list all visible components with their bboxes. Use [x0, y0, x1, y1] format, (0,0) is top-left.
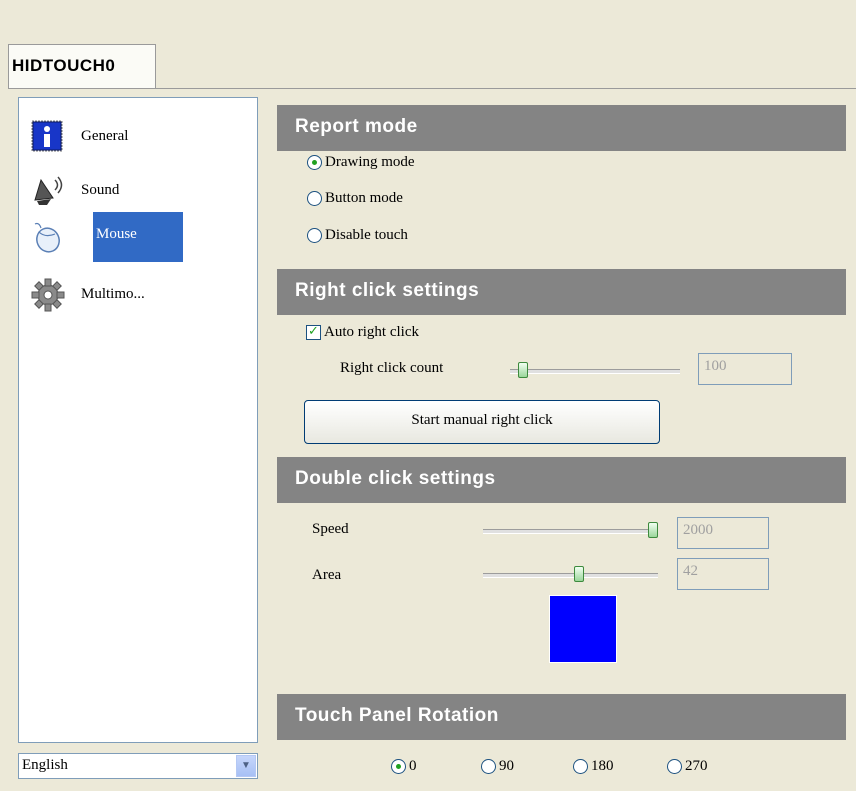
radio-label: Button mode	[325, 190, 403, 207]
radio-circle[interactable]	[667, 759, 682, 775]
radio-label: Disable touch	[325, 227, 408, 244]
radio-rotation-90[interactable]: 90	[481, 758, 514, 780]
radio-label: 180	[591, 758, 614, 775]
speed-label: Speed	[312, 521, 349, 537]
language-select[interactable]: English ▼	[18, 753, 258, 779]
right-click-header: Right click settings	[277, 269, 846, 315]
checkbox-label: Auto right click	[324, 324, 419, 341]
radio-circle[interactable]	[307, 228, 322, 244]
area-field[interactable]: 42	[677, 558, 769, 590]
area-slider[interactable]	[483, 573, 658, 578]
speed-thumb[interactable]	[648, 522, 658, 538]
right-click-count-slider[interactable]	[510, 369, 680, 374]
auto-right-click-checkbox[interactable]: ✓ Auto right click	[306, 324, 419, 346]
tab-frame-divider	[8, 88, 856, 89]
radio-disable-touch[interactable]: Disable touch	[307, 227, 408, 249]
sidebar-item-label: Sound	[81, 182, 120, 198]
radio-label: 0	[409, 758, 417, 775]
radio-label: 270	[685, 758, 708, 775]
info-icon	[31, 120, 63, 152]
rotation-header: Touch Panel Rotation	[277, 694, 846, 740]
gear-icon	[31, 278, 65, 312]
checkbox-check[interactable]: ✓	[306, 325, 321, 341]
sidebar-item-multimedia[interactable]: Multimo...	[31, 274, 241, 330]
tab-hidtouch0[interactable]: HIDTOUCH0	[8, 44, 156, 88]
double-click-header: Double click settings	[277, 457, 846, 503]
report-mode-header: Report mode	[277, 105, 846, 151]
radio-rotation-270[interactable]: 270	[667, 758, 708, 780]
sidebar-item-label: Multimo...	[81, 286, 145, 302]
sidebar-item-label: Mouse	[93, 212, 183, 262]
radio-button-mode[interactable]: Button mode	[307, 190, 403, 212]
language-value: English	[22, 757, 68, 773]
chevron-down-icon[interactable]: ▼	[236, 755, 256, 777]
sidebar-item-label: General	[81, 128, 129, 144]
radio-circle[interactable]	[307, 191, 322, 207]
radio-rotation-180[interactable]: 180	[573, 758, 614, 780]
double-click-test-area[interactable]	[549, 595, 617, 663]
radio-circle[interactable]	[391, 759, 406, 775]
radio-label: Drawing mode	[325, 154, 415, 171]
start-manual-right-click-button[interactable]: Start manual right click	[304, 400, 660, 444]
radio-drawing-mode[interactable]: Drawing mode	[307, 154, 415, 176]
area-label: Area	[312, 567, 342, 583]
sidebar-item-mouse[interactable]: Mouse	[31, 212, 241, 272]
speed-field[interactable]: 2000	[677, 517, 769, 549]
right-click-count-field[interactable]: 100	[698, 353, 792, 385]
area-thumb[interactable]	[574, 566, 584, 582]
radio-circle[interactable]	[307, 155, 322, 171]
speed-slider[interactable]	[483, 529, 658, 534]
right-click-count-label: Right click count	[340, 360, 444, 376]
sidebar-nav: General Sound Mouse Multimo...	[18, 97, 258, 743]
speaker-icon	[34, 176, 63, 205]
radio-label: 90	[499, 758, 514, 775]
radio-rotation-0[interactable]: 0	[391, 758, 417, 780]
right-click-count-thumb[interactable]	[518, 362, 528, 378]
radio-circle[interactable]	[481, 759, 496, 775]
sidebar-item-general[interactable]: General	[31, 116, 241, 172]
radio-circle[interactable]	[573, 759, 588, 775]
mouse-icon	[34, 222, 60, 253]
